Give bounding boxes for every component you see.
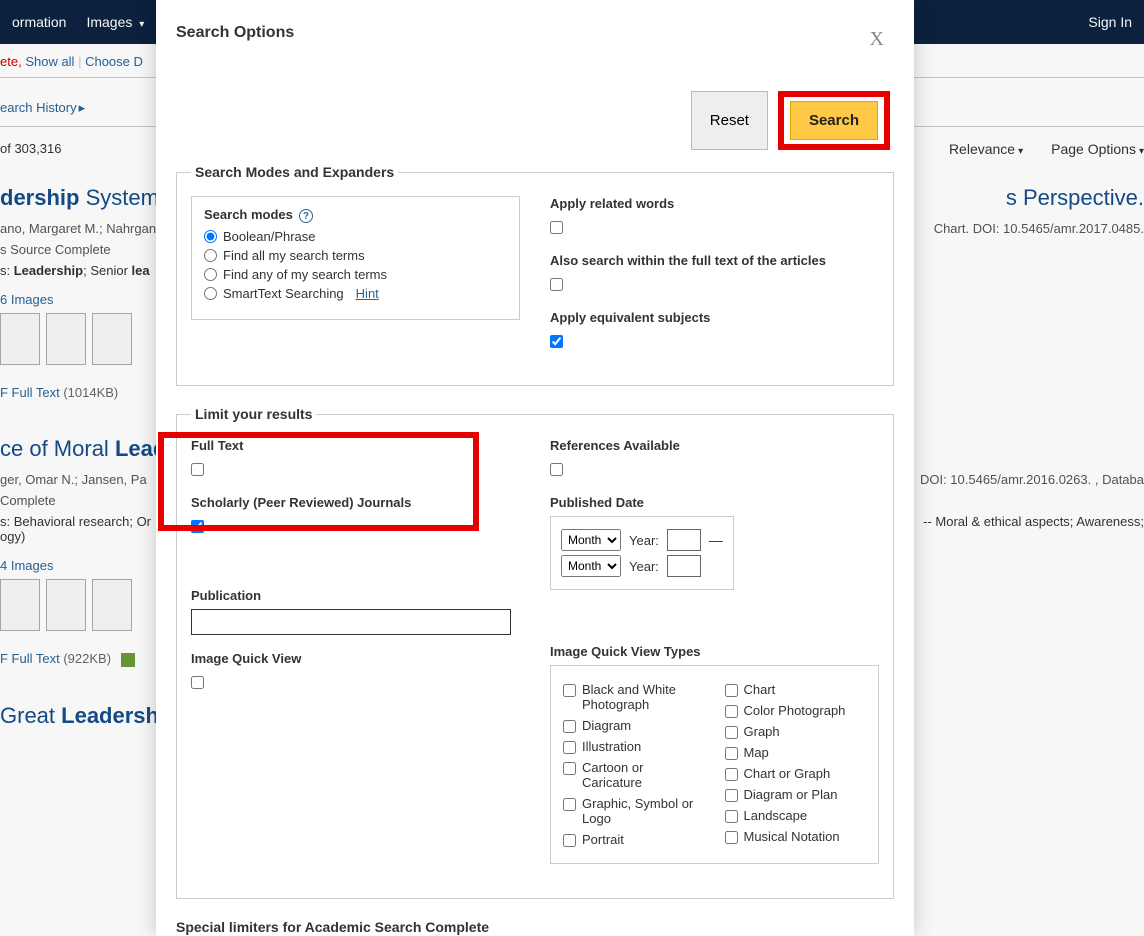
choose-db-link[interactable]: Choose D bbox=[85, 54, 143, 69]
help-icon[interactable]: ? bbox=[299, 209, 313, 223]
thumbnail[interactable] bbox=[46, 313, 86, 365]
iqv-portrait[interactable]: Portrait bbox=[563, 832, 705, 847]
thumbnail[interactable] bbox=[46, 579, 86, 631]
breadcrumb-ete[interactable]: ete, bbox=[0, 54, 22, 69]
search-button[interactable]: Search bbox=[790, 101, 878, 140]
special-limiters-legend: Special limiters for Academic Search Com… bbox=[176, 919, 894, 935]
publication-input[interactable] bbox=[191, 609, 511, 635]
iqv-graphic-symbol-logo[interactable]: Graphic, Symbol or Logo bbox=[563, 796, 705, 826]
mode-all-radio[interactable] bbox=[204, 249, 217, 262]
hint-link[interactable]: Hint bbox=[356, 286, 379, 301]
image-quickview-checkbox[interactable] bbox=[191, 676, 204, 689]
limit-results-fieldset: Limit your results Full Text Scholarly (… bbox=[176, 406, 894, 899]
result-source: Complete bbox=[0, 493, 147, 508]
search-options-modal: Search Options X Reset Search Search Mod… bbox=[156, 0, 914, 936]
published-date-label: Published Date bbox=[550, 495, 879, 510]
result-doi: DOI: 10.5465/amr.2016.0263. , Databa bbox=[920, 472, 1144, 508]
fulltext-within-checkbox[interactable] bbox=[550, 278, 563, 291]
iqv-landscape[interactable]: Landscape bbox=[725, 808, 867, 823]
iqv-bw[interactable]: Black and White Photograph bbox=[563, 682, 705, 712]
sort-relevance[interactable]: Relevance▾ bbox=[949, 141, 1023, 157]
month-to-select[interactable]: Month bbox=[561, 555, 621, 577]
iqv-illustration[interactable]: Illustration bbox=[563, 739, 705, 754]
result-subjects: s: Behavioral research; Or ogy) bbox=[0, 514, 151, 544]
result-count: of 303,316 bbox=[0, 141, 61, 157]
thumbnail[interactable] bbox=[0, 313, 40, 365]
search-modes-fieldset: Search Modes and Expanders Search modes?… bbox=[176, 164, 894, 386]
iqv-diagram-or-plan[interactable]: Diagram or Plan bbox=[725, 787, 867, 802]
show-all-link[interactable]: Show all bbox=[25, 54, 74, 69]
chevron-down-icon: ▾ bbox=[1139, 146, 1144, 157]
chevron-down-icon: ▾ bbox=[1018, 146, 1023, 157]
search-button-highlight: Search bbox=[778, 91, 890, 150]
iqv-color-photo[interactable]: Color Photograph bbox=[725, 703, 867, 718]
chevron-right-icon: ▸ bbox=[79, 100, 86, 115]
limit-results-legend: Limit your results bbox=[191, 406, 316, 422]
page-options[interactable]: Page Options▾ bbox=[1051, 141, 1144, 157]
fulltext-within-label: Also search within the full text of the … bbox=[550, 253, 879, 268]
related-words-checkbox[interactable] bbox=[550, 221, 563, 234]
year-to-label: Year: bbox=[629, 559, 659, 574]
fulltext-label: Full Text bbox=[191, 438, 520, 453]
publication-label: Publication bbox=[191, 588, 520, 603]
month-from-select[interactable]: Month bbox=[561, 529, 621, 551]
iqv-graph[interactable]: Graph bbox=[725, 724, 867, 739]
equivalent-subjects-checkbox[interactable] bbox=[550, 335, 563, 348]
thumbnail[interactable] bbox=[92, 313, 132, 365]
thumbnail[interactable] bbox=[92, 579, 132, 631]
fulltext-icon bbox=[121, 653, 135, 667]
iqv-diagram[interactable]: Diagram bbox=[563, 718, 705, 733]
iqv-types-label: Image Quick View Types bbox=[550, 644, 879, 659]
sign-in-link[interactable]: Sign In bbox=[1088, 14, 1132, 30]
modal-title: Search Options bbox=[176, 24, 294, 42]
date-range-dash: — bbox=[709, 532, 723, 548]
iqv-musical-notation[interactable]: Musical Notation bbox=[725, 829, 867, 844]
reset-button[interactable]: Reset bbox=[691, 91, 768, 150]
mode-smarttext[interactable]: SmartText Searching Hint bbox=[204, 286, 507, 301]
iqv-types-box: Black and White Photograph Diagram Illus… bbox=[550, 665, 879, 864]
year-from-label: Year: bbox=[629, 533, 659, 548]
scholarly-label: Scholarly (Peer Reviewed) Journals bbox=[191, 495, 520, 510]
fulltext-checkbox[interactable] bbox=[191, 463, 204, 476]
iqv-chart[interactable]: Chart bbox=[725, 682, 867, 697]
nav-information[interactable]: ormation bbox=[12, 14, 66, 30]
references-label: References Available bbox=[550, 438, 879, 453]
equivalent-subjects-label: Apply equivalent subjects bbox=[550, 310, 879, 325]
result-source: s Source Complete bbox=[0, 242, 156, 257]
iqv-cartoon[interactable]: Cartoon or Caricature bbox=[563, 760, 705, 790]
search-modes-box: Search modes? Boolean/Phrase Find all my… bbox=[191, 196, 520, 320]
iqv-chart-or-graph[interactable]: Chart or Graph bbox=[725, 766, 867, 781]
result-authors: ger, Omar N.; Jansen, Pa bbox=[0, 472, 147, 487]
mode-all-terms[interactable]: Find all my search terms bbox=[204, 248, 507, 263]
references-checkbox[interactable] bbox=[550, 463, 563, 476]
mode-any-terms[interactable]: Find any of my search terms bbox=[204, 267, 507, 282]
related-words-label: Apply related words bbox=[550, 196, 879, 211]
thumbnail[interactable] bbox=[0, 579, 40, 631]
year-to-input[interactable] bbox=[667, 555, 701, 577]
year-from-input[interactable] bbox=[667, 529, 701, 551]
image-quickview-label: Image Quick View bbox=[191, 651, 520, 666]
close-icon[interactable]: X bbox=[870, 28, 884, 51]
chevron-down-icon: ▾ bbox=[139, 19, 144, 30]
search-modes-label: Search modes? bbox=[204, 207, 507, 223]
result-subjects-tail: -- Moral & ethical aspects; Awareness; bbox=[923, 514, 1144, 544]
mode-boolean-radio[interactable] bbox=[204, 230, 217, 243]
nav-images[interactable]: Images ▾ bbox=[86, 14, 144, 30]
mode-any-radio[interactable] bbox=[204, 268, 217, 281]
result-doi: Chart. DOI: 10.5465/amr.2017.0485. bbox=[934, 221, 1144, 257]
search-modes-legend: Search Modes and Expanders bbox=[191, 164, 398, 180]
iqv-map[interactable]: Map bbox=[725, 745, 867, 760]
mode-boolean[interactable]: Boolean/Phrase bbox=[204, 229, 507, 244]
result-authors: ano, Margaret M.; Nahrgan bbox=[0, 221, 156, 236]
scholarly-checkbox[interactable] bbox=[191, 520, 204, 533]
mode-smarttext-radio[interactable] bbox=[204, 287, 217, 300]
